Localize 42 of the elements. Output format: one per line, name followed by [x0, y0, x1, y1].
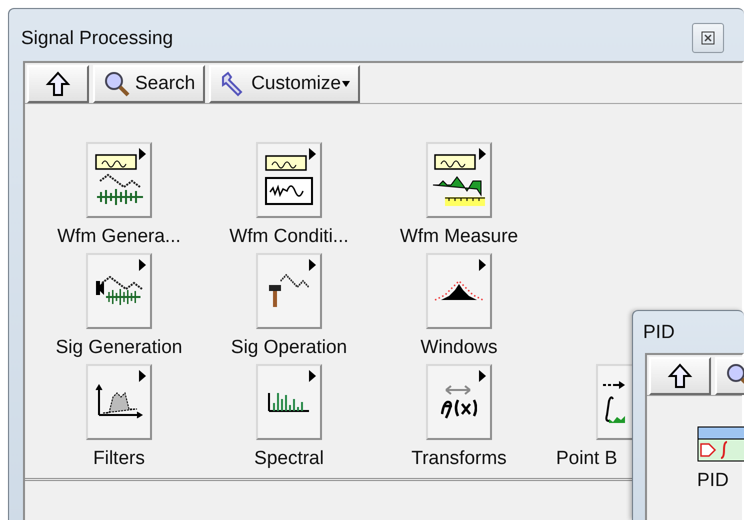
- palette-label: Point B: [556, 448, 618, 470]
- spectrum-icon: [268, 392, 310, 412]
- waveform-icon: [94, 154, 144, 206]
- up-arrow-icon: [667, 362, 693, 390]
- palette-button[interactable]: [426, 252, 492, 329]
- window-title: PID: [643, 323, 675, 342]
- palette-label: Transforms: [411, 448, 507, 470]
- integral-icon: [602, 380, 626, 424]
- filter-icon: [95, 384, 143, 420]
- palette-label: Wfm Genera...: [57, 226, 181, 249]
- palette-label: Filters: [93, 448, 145, 470]
- palette-label: Spectral: [254, 448, 324, 470]
- palette-button[interactable]: [256, 364, 322, 440]
- palette-button[interactable]: [86, 364, 152, 440]
- palette-label: Sig Generation: [56, 336, 182, 360]
- up-button[interactable]: [649, 357, 711, 395]
- pid-icon[interactable]: [697, 426, 744, 462]
- window-title: Signal Processing: [21, 28, 174, 48]
- search-icon: [103, 70, 131, 98]
- palette-button[interactable]: [426, 364, 492, 440]
- waveform-icon: [432, 154, 486, 206]
- palette-label: Sig Operation: [230, 336, 348, 360]
- palette-button[interactable]: [426, 142, 492, 218]
- palette-button[interactable]: [86, 142, 152, 218]
- waveform-icon: [265, 155, 313, 205]
- palette-label: PID: [697, 470, 729, 493]
- up-arrow-icon: [45, 70, 71, 98]
- close-button[interactable]: [692, 23, 724, 53]
- palette-button[interactable]: [86, 252, 152, 329]
- signal-icon: [95, 276, 143, 306]
- transform-icon: [441, 384, 477, 419]
- palette-label: Wfm Measure: [400, 226, 518, 249]
- customize-button[interactable]: Customize: [209, 65, 360, 103]
- window-function-icon: [434, 280, 484, 302]
- search-button[interactable]: Search: [93, 65, 206, 103]
- palette-button[interactable]: [256, 142, 322, 218]
- close-icon: [701, 31, 715, 45]
- palette-button[interactable]: [256, 252, 322, 329]
- palette-label: Windows: [420, 336, 498, 360]
- up-button[interactable]: [27, 65, 89, 103]
- palette-label: Wfm Conditi...: [229, 226, 349, 249]
- hammer-icon: [268, 274, 310, 308]
